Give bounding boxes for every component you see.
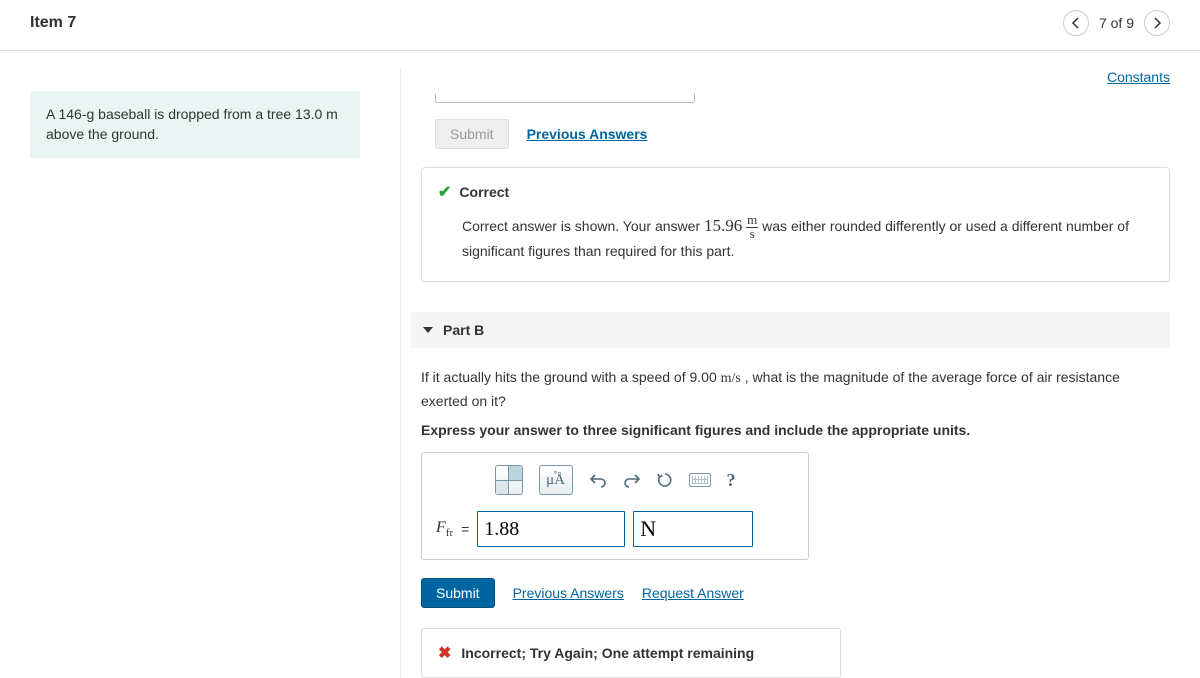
reset-button[interactable] [657,472,673,488]
templates-button[interactable] [495,465,523,495]
prev-answer-unit: m s [746,214,758,240]
submit-button-partb[interactable]: Submit [421,578,495,608]
prev-answer-value: 15.96 [704,216,742,235]
partb-actions: Submit Previous Answers Request Answer [421,578,1170,608]
correct-feedback-text: Correct answer is shown. Your answer 15.… [462,212,1153,263]
partb-title: Part B [443,322,484,338]
value-input[interactable] [477,511,625,547]
incorrect-text: Incorrect; Try Again; One attempt remain… [461,645,754,661]
speed-unit: m/s [721,371,741,386]
constants-link[interactable]: Constants [1107,69,1170,85]
correct-title: Correct [459,184,509,200]
equation-row: Ffr = [436,511,794,547]
partb-header[interactable]: Part B [411,312,1170,348]
question-pre: If it actually hits the ground with a sp… [421,369,721,385]
right-column: Constants Submit Previous Answers ✔ Corr… [400,69,1170,678]
help-button[interactable]: ? [727,470,736,491]
chevron-down-icon [423,327,433,333]
incorrect-feedback: ✖ Incorrect; Try Again; One attempt rema… [421,628,841,678]
previous-answers-link-partb[interactable]: Previous Answers [513,585,624,601]
previous-input-stub [435,93,695,103]
prev-item-button[interactable] [1063,10,1089,36]
keyboard-button[interactable] [689,473,711,487]
feedback-pre: Correct answer is shown. Your answer [462,218,704,234]
unit-bot: s [746,228,758,240]
left-column: A 146-g baseball is dropped from a tree … [30,69,360,678]
check-icon: ✔ [438,182,451,202]
pager: 7 of 9 [1063,10,1170,36]
unit-input[interactable] [633,511,753,547]
toolbar: ∘μÅ ? [436,465,794,495]
problem-statement: A 146-g baseball is dropped from a tree … [30,91,360,158]
partb-instruction: Express your answer to three significant… [421,422,1170,438]
partb-question: If it actually hits the ground with a sp… [421,366,1170,413]
undo-button[interactable] [589,472,607,488]
page-title: Item 7 [30,14,76,32]
request-answer-link[interactable]: Request Answer [642,585,744,601]
redo-button[interactable] [623,472,641,488]
parta-actions: Submit Previous Answers [435,119,1170,149]
page-count: 7 of 9 [1099,15,1134,31]
equals-sign: = [461,521,469,537]
units-button[interactable]: ∘μÅ [539,465,573,495]
submit-button-parta: Submit [435,119,509,149]
variable-label: Ffr [436,519,453,539]
answer-panel: ∘μÅ ? Ffr = [421,452,809,560]
parta-feedback: ✔ Correct Correct answer is shown. Your … [421,167,1170,282]
next-item-button[interactable] [1144,10,1170,36]
cross-icon: ✖ [438,643,451,663]
previous-answers-link-parta[interactable]: Previous Answers [527,126,648,142]
header-bar: Item 7 7 of 9 [0,0,1200,51]
